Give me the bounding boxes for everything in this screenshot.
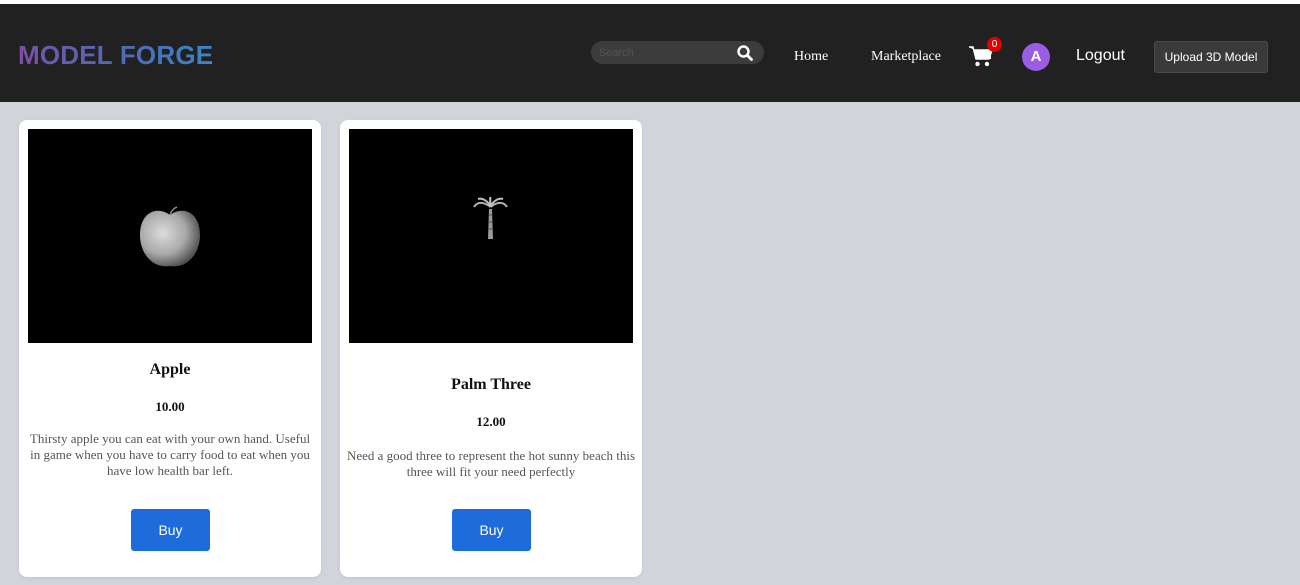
- navbar: MODEL FORGE Home Marketplace 0 A Logout …: [0, 0, 1300, 102]
- upload-3d-model-button[interactable]: Upload 3D Model: [1154, 41, 1268, 73]
- product-title: Apple: [149, 361, 191, 378]
- product-card-palm-three: Palm Three 12.00 Need a good three to re…: [340, 120, 642, 577]
- product-card-apple: Apple 10.00 Thirsty apple you can eat wi…: [19, 120, 321, 577]
- buy-button[interactable]: Buy: [131, 509, 210, 551]
- product-description: Need a good three to represent the hot s…: [346, 448, 636, 479]
- search-bar: [591, 41, 764, 64]
- palm-model-preview: [473, 196, 508, 239]
- logo[interactable]: MODEL FORGE: [18, 40, 213, 71]
- search-input[interactable]: [599, 43, 729, 62]
- model-viewer[interactable]: [349, 129, 633, 343]
- avatar[interactable]: A: [1022, 43, 1050, 71]
- apple-model-preview: [140, 206, 200, 267]
- product-price: 12.00: [476, 414, 506, 429]
- cart-count-badge: 0: [987, 37, 1002, 52]
- model-viewer[interactable]: [28, 129, 312, 343]
- nav-link-home[interactable]: Home: [794, 49, 828, 65]
- nav-link-marketplace[interactable]: Marketplace: [871, 49, 941, 65]
- logout-link[interactable]: Logout: [1076, 47, 1125, 65]
- product-description: Thirsty apple you can eat with your own …: [29, 431, 311, 478]
- product-title: Palm Three: [451, 376, 531, 393]
- buy-button[interactable]: Buy: [452, 509, 531, 551]
- search-icon[interactable]: [736, 44, 754, 62]
- product-price: 10.00: [155, 399, 185, 414]
